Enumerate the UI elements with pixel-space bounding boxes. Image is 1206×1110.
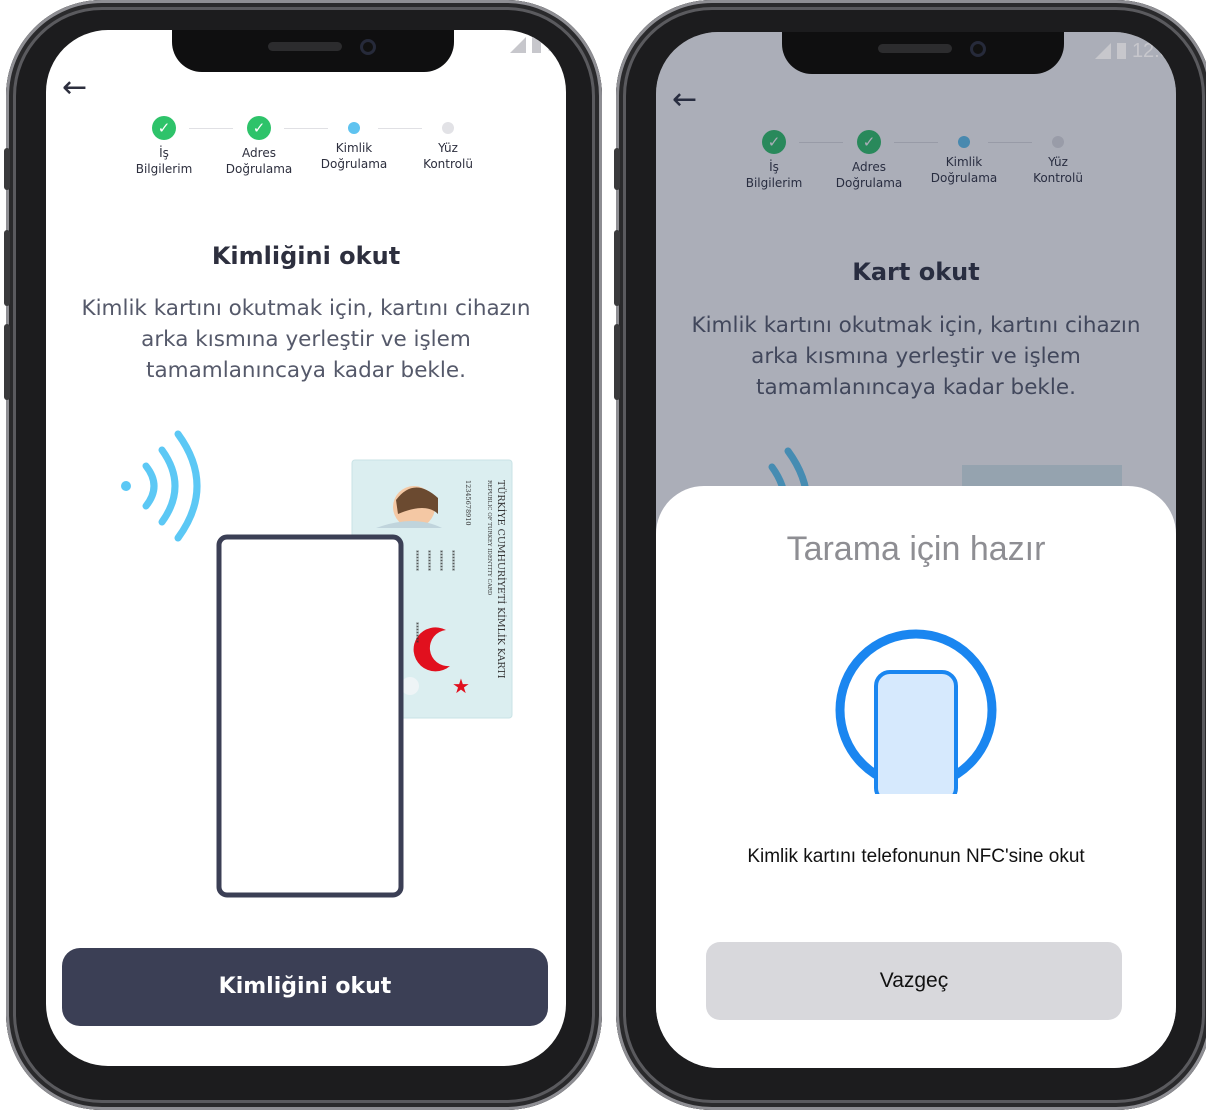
speaker [268, 42, 342, 51]
id-card-masked-field: ******* [448, 550, 455, 571]
step-label: Adres Doğrulama [225, 146, 293, 176]
battery-icon [532, 37, 542, 53]
page-title: Kimliğini okut [211, 242, 401, 270]
stepper: ✓ İş Bilgilerim ✓ Adres Doğrulama Kimlik Do… [46, 116, 566, 196]
id-card-subheading: REPUBLIC OF TURKEY IDENTITY CARD [486, 480, 492, 596]
nfc-illustration: ★ TÜRKİYE CUMHURİYETİ KİMLİK KARTI REPUB… [121, 430, 513, 898]
volume-down-button [614, 324, 620, 400]
status-bar: 12:30 [1094, 40, 1176, 63]
sheet-title: Tarama için hazır [786, 530, 1046, 568]
pending-step-dot [442, 122, 454, 134]
step-kimlik-dogrulama: Kimlik Doğrulama [304, 116, 404, 172]
notch [782, 32, 1064, 74]
id-card-masked-field: ******* [424, 550, 431, 571]
sheet-message: Kimlik kartını telefonunun NFC'sine okut [747, 846, 1085, 867]
step-label: İş Bilgilerim [135, 146, 193, 176]
status-time: 12:30 [1131, 40, 1176, 62]
screen-right: 12:30 ← ✓ İşBilgilerim ✓ AdresDoğrulama … [656, 32, 1176, 1068]
step-label: Kimlik Doğrulama [320, 141, 388, 171]
active-step-dot [348, 122, 360, 134]
nfc-phone-icon [835, 629, 997, 794]
check-icon: ✓ [152, 116, 176, 140]
nfc-scan-sheet: Tarama için hazır Kimlik kartını telefon… [656, 486, 1176, 1068]
signal-icon [510, 37, 527, 53]
signal-icon [1094, 43, 1111, 59]
volume-up-button [614, 230, 620, 306]
id-card-number: 12345678910 [464, 480, 472, 526]
phone-frame-right: 12:30 ← ✓ İşBilgilerim ✓ AdresDoğrulama … [614, 0, 1206, 1110]
volume-up-button [4, 230, 10, 306]
id-card-heading: TÜRKİYE CUMHURİYETİ KİMLİK KARTI [495, 480, 507, 679]
svg-text:★: ★ [452, 674, 470, 698]
speaker [878, 44, 952, 53]
nfc-waves-icon [121, 430, 201, 542]
camera [360, 39, 376, 55]
camera [970, 41, 986, 57]
notch [172, 30, 454, 72]
screen-left: 12:3 ← ✓ İşBilgilerim ✓ AdresDoğrulama K… [46, 30, 566, 1066]
back-arrow-icon: ← [62, 70, 88, 105]
battery-icon [1116, 43, 1126, 59]
phone-frame-left: 12:3 ← ✓ İşBilgilerim ✓ AdresDoğrulama K… [4, 0, 602, 1110]
status-bar: 12:3 [510, 34, 566, 57]
mute-switch [4, 148, 10, 190]
scan-id-button[interactable]: Kimliğini okut [62, 948, 548, 1026]
step-is-bilgilerim: ✓ İş Bilgilerim [114, 116, 214, 177]
id-card-masked-field: ******* [412, 550, 419, 571]
page-description: Kimlik kartını okutmak için, kartını cih… [81, 296, 531, 383]
back-button[interactable]: ← [62, 70, 87, 105]
cancel-button[interactable]: Vazgeç [706, 942, 1122, 1020]
step-yuz-kontrolu: Yüz Kontrolü [398, 116, 498, 172]
status-time: 12:3 [547, 34, 566, 56]
id-card-masked-field: ******* [412, 622, 419, 643]
volume-down-button [4, 324, 10, 400]
step-label: Yüz Kontrolü [423, 141, 473, 171]
step-adres-dogrulama: ✓ Adres Doğrulama [209, 116, 309, 177]
check-icon: ✓ [247, 116, 271, 140]
mute-switch [614, 148, 620, 190]
phone-outline-image [216, 534, 404, 898]
id-card-masked-field: ******* [436, 550, 443, 571]
